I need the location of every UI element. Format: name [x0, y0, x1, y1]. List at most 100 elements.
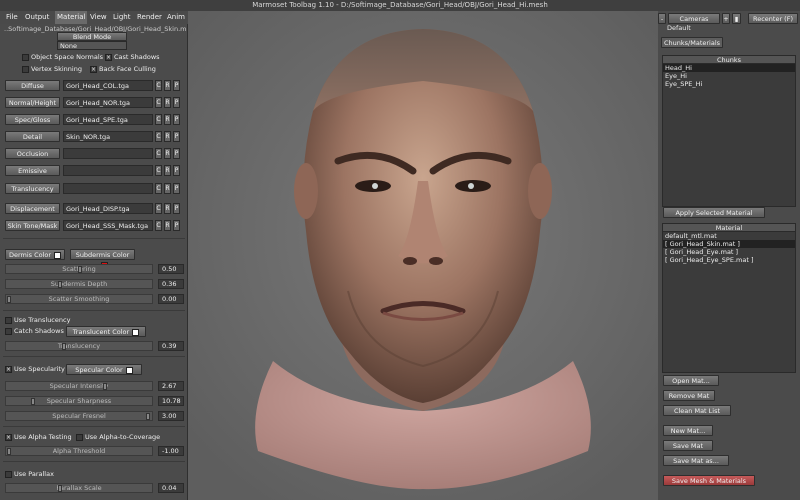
translucency-clear-button[interactable]: C [155, 183, 162, 194]
spec-reload-button[interactable]: R [164, 114, 171, 125]
use-translucency-checkbox[interactable] [5, 317, 12, 324]
scattering-value[interactable]: 0.50 [158, 264, 184, 274]
displacement-map-field[interactable]: Gori_Head_DISP.tga [63, 203, 153, 214]
spec-preview-button[interactable]: P [173, 114, 180, 125]
chunk-item[interactable]: Eye_Hi [663, 72, 795, 80]
specular-color-button[interactable]: Specular Color [66, 364, 142, 375]
emissive-preview-button[interactable]: P [173, 165, 180, 176]
normal-preview-button[interactable]: P [173, 97, 180, 108]
translucency-slider[interactable]: Translucency [5, 341, 153, 351]
occlusion-preview-button[interactable]: P [173, 148, 180, 159]
translucency-knob[interactable] [62, 343, 66, 350]
use-alpha-to-coverage-checkbox[interactable] [76, 434, 83, 441]
use-parallax-checkbox[interactable] [5, 471, 12, 478]
normal-clear-button[interactable]: C [155, 97, 162, 108]
parallax-scale-knob[interactable] [58, 485, 62, 492]
subdermis-depth-value[interactable]: 0.36 [158, 279, 184, 289]
parallax-scale-slider[interactable]: Parallax Scale [5, 483, 153, 493]
vertex-skinning-checkbox[interactable] [22, 66, 29, 73]
dermis-color-button[interactable]: Dermis Color [5, 249, 65, 260]
specular-sharpness-value[interactable]: 10.78 [158, 396, 184, 406]
save-mat-button[interactable]: Save Mat [663, 440, 713, 451]
spec-gloss-map-button[interactable]: Spec/Gloss [5, 114, 60, 125]
skin-tone-preview-button[interactable]: P [173, 220, 180, 231]
camera-lock-icon[interactable]: ▮ [732, 13, 741, 24]
skin-tone-mask-map-button[interactable]: Skin Tone/Mask [5, 220, 60, 231]
menu-material[interactable]: Material [55, 11, 88, 24]
menu-light[interactable]: Light [113, 11, 130, 24]
save-mat-as-button[interactable]: Save Mat as... [663, 455, 729, 466]
normal-reload-button[interactable]: R [164, 97, 171, 108]
skin-tone-reload-button[interactable]: R [164, 220, 171, 231]
catch-shadows-checkbox[interactable] [5, 328, 12, 335]
recenter-button[interactable]: Recenter (F) [748, 13, 798, 24]
specular-intensity-slider[interactable]: Specular Intensity [5, 381, 153, 391]
3d-viewport[interactable] [188, 11, 658, 500]
material-item[interactable]: [ Gori_Head_Eye.mat ] [663, 248, 795, 256]
object-space-normals-checkbox[interactable] [22, 54, 29, 61]
specular-sharpness-slider[interactable]: Specular Sharpness [5, 396, 153, 406]
displacement-reload-button[interactable]: R [164, 203, 171, 214]
emissive-map-field[interactable] [63, 165, 153, 176]
camera-remove-button[interactable]: - [658, 13, 666, 24]
material-item[interactable]: [ Gori_Head_Skin.mat ] [663, 240, 795, 248]
clean-mat-list-button[interactable]: Clean Mat List [663, 405, 731, 416]
menu-view[interactable]: View [90, 11, 107, 24]
alpha-threshold-value[interactable]: -1.00 [158, 446, 184, 456]
translucency-map-field[interactable] [63, 183, 153, 194]
specular-fresnel-slider[interactable]: Specular Fresnel [5, 411, 153, 421]
occlusion-reload-button[interactable]: R [164, 148, 171, 159]
scattering-slider[interactable]: Scattering [5, 264, 153, 274]
detail-map-button[interactable]: Detail [5, 131, 60, 142]
translucency-preview-button[interactable]: P [173, 183, 180, 194]
camera-add-button[interactable]: + [722, 13, 730, 24]
emissive-map-button[interactable]: Emissive [5, 165, 60, 176]
scattering-knob[interactable] [78, 266, 82, 273]
back-face-culling-checkbox[interactable]: × [90, 66, 97, 73]
displacement-clear-button[interactable]: C [155, 203, 162, 214]
displacement-map-button[interactable]: Displacement [5, 203, 60, 214]
translucency-map-button[interactable]: Translucency [5, 183, 60, 194]
menu-anim[interactable]: Anim [167, 11, 185, 24]
specular-intensity-knob[interactable] [103, 383, 107, 390]
spec-clear-button[interactable]: C [155, 114, 162, 125]
translucent-color-button[interactable]: Translucent Color [66, 326, 146, 337]
emissive-reload-button[interactable]: R [164, 165, 171, 176]
use-specularity-checkbox[interactable]: × [5, 366, 12, 373]
diffuse-reload-button[interactable]: R [164, 80, 171, 91]
detail-preview-button[interactable]: P [173, 131, 180, 142]
displacement-preview-button[interactable]: P [173, 203, 180, 214]
material-item[interactable]: default_mtl.mat [663, 232, 795, 240]
material-item[interactable]: [ Gori_Head_Eye_SPE.mat ] [663, 256, 795, 264]
cameras-button[interactable]: Cameras [668, 13, 720, 24]
specular-fresnel-value[interactable]: 3.00 [158, 411, 184, 421]
menu-render[interactable]: Render [137, 11, 162, 24]
diffuse-preview-button[interactable]: P [173, 80, 180, 91]
menu-file[interactable]: File [6, 11, 18, 24]
detail-clear-button[interactable]: C [155, 131, 162, 142]
diffuse-map-button[interactable]: Diffuse [5, 80, 60, 91]
use-alpha-testing-checkbox[interactable]: × [5, 434, 12, 441]
occlusion-map-field[interactable] [63, 148, 153, 159]
save-mesh-materials-button[interactable]: Save Mesh & Materials [663, 475, 755, 486]
diffuse-map-field[interactable]: Gori_Head_COL.tga [63, 80, 153, 91]
alpha-threshold-knob[interactable] [7, 448, 11, 455]
scatter-smoothing-knob[interactable] [7, 296, 11, 303]
translucency-reload-button[interactable]: R [164, 183, 171, 194]
specular-intensity-value[interactable]: 2.67 [158, 381, 184, 391]
spec-gloss-map-field[interactable]: Gori_Head_SPE.tga [63, 114, 153, 125]
scatter-smoothing-value[interactable]: 0.00 [158, 294, 184, 304]
cast-shadows-checkbox[interactable]: × [105, 54, 112, 61]
translucency-value[interactable]: 0.39 [158, 341, 184, 351]
chunk-item[interactable]: Head_Hi [663, 64, 795, 72]
detail-reload-button[interactable]: R [164, 131, 171, 142]
menu-output[interactable]: Output [25, 11, 49, 24]
blend-mode-select[interactable]: None [57, 41, 127, 50]
subdermis-color-button[interactable]: Subdermis Color [70, 249, 135, 269]
occlusion-clear-button[interactable]: C [155, 148, 162, 159]
chunk-item[interactable]: Eye_SPE_Hi [663, 80, 795, 88]
open-mat-button[interactable]: Open Mat... [663, 375, 719, 386]
apply-selected-material-button[interactable]: Apply Selected Material [663, 207, 765, 218]
new-mat-button[interactable]: New Mat... [663, 425, 713, 436]
tab-chunks-materials[interactable]: Chunks/Materials [661, 37, 723, 48]
